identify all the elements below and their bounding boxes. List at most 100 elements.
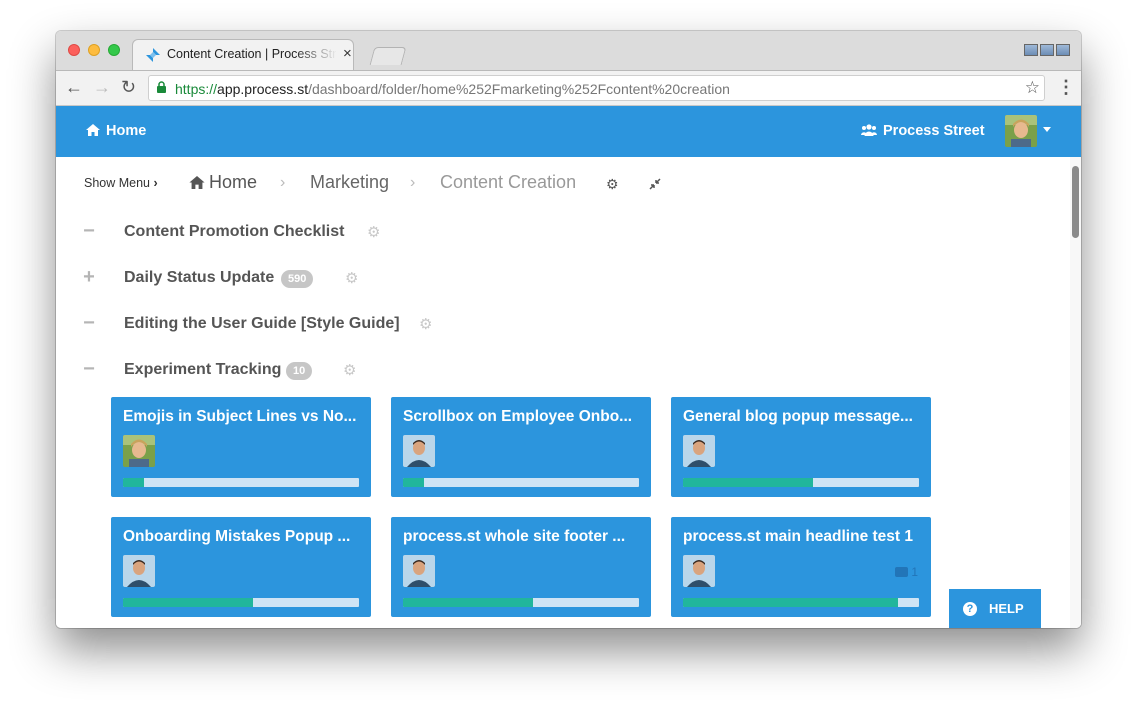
gear-icon[interactable]: ⚙ [367,223,380,241]
folder-row[interactable]: − Content Promotion Checklist ⚙ [56,217,956,247]
back-arrow-icon[interactable]: ← [65,77,83,98]
comment-icon [895,567,909,577]
card-title[interactable]: process.st main headline test 1 [683,528,921,546]
collapse-icon[interactable] [649,178,661,190]
url-host: app.process.st [217,81,309,97]
user-menu-caret-icon[interactable] [1043,127,1051,132]
checklist-card[interactable]: Onboarding Mistakes Popup ... [111,517,371,617]
progress-bar [403,478,639,487]
question-circle-icon: ? [963,602,977,616]
gear-icon[interactable]: ⚙ [345,269,358,287]
user-avatar[interactable] [1005,115,1037,147]
profile-image-icon [1024,44,1038,56]
folder-row[interactable]: − Experiment Tracking 10 ⚙ [56,355,956,385]
profile-image-icon [1040,44,1054,56]
page-content: Home Process Street Show Menu › Home › M… [56,106,1081,628]
progress-bar [683,598,919,607]
profile-icons[interactable] [1024,43,1072,57]
reload-icon[interactable]: ↻ [121,77,136,98]
breadcrumb-home-label: Home [209,172,258,192]
address-toolbar: ← → ↻ https://app.process.st/dashboard/f… [56,70,1081,106]
assignee-avatar [683,435,715,467]
breadcrumb-marketing[interactable]: Marketing [310,172,389,193]
assignee-avatar [403,555,435,587]
help-button[interactable]: ? HELP [949,589,1041,628]
progress-bar [403,598,639,607]
scrollbar-thumb[interactable] [1072,166,1079,238]
folder-row[interactable]: − Editing the User Guide [Style Guide] ⚙ [56,309,956,339]
count-badge: 590 [281,270,314,288]
help-label: HELP [989,601,1024,616]
folder-name[interactable]: Experiment Tracking [124,361,281,379]
url-text: https://app.process.st/dashboard/folder/… [175,81,730,97]
progress-fill [123,478,145,487]
minimize-window-button[interactable] [88,44,100,56]
collapse-toggle-icon[interactable]: − [82,312,96,335]
assignee-avatar [683,555,715,587]
card-title[interactable]: Scrollbox on Employee Onbo... [403,408,641,426]
progress-fill [683,478,813,487]
folder-name[interactable]: Editing the User Guide [Style Guide] [124,315,400,333]
tab-close-icon[interactable]: × [343,45,352,62]
progress-bar [123,598,359,607]
scrollbar[interactable] [1070,157,1081,628]
nav-home-label: Home [106,123,147,139]
folder-name[interactable]: Content Promotion Checklist [124,223,344,241]
collapse-toggle-icon[interactable]: − [82,220,96,243]
tab-strip: Content Creation | Process Street × [56,31,1081,70]
users-icon [861,124,877,136]
bookmark-star-icon[interactable]: ☆ [1025,78,1040,98]
forward-arrow-icon[interactable]: → [93,77,111,98]
count-badge: 10 [286,362,313,380]
expand-toggle-icon[interactable]: + [82,266,96,289]
assignee-avatar [123,435,155,467]
card-title[interactable]: Emojis in Subject Lines vs No... [123,408,361,426]
url-scheme: https:// [175,81,218,97]
folder-settings-gear-icon[interactable]: ⚙ [606,176,619,193]
home-icon [189,176,205,189]
breadcrumb-separator-icon: › [280,174,286,191]
assignee-avatar [403,435,435,467]
checklist-card[interactable]: process.st whole site footer ... [391,517,651,617]
card-title[interactable]: Onboarding Mistakes Popup ... [123,528,361,546]
avatar-blond-image [1005,115,1037,147]
org-link[interactable]: Process Street [861,123,985,139]
show-menu-button[interactable]: Show Menu › [84,176,158,190]
card-title[interactable]: General blog popup message... [683,408,921,426]
progress-fill [403,598,533,607]
progress-fill [683,598,898,607]
progress-bar [123,478,359,487]
breadcrumb-current: Content Creation [440,172,577,192]
folder-name[interactable]: Daily Status Update [124,269,274,287]
folder-row[interactable]: + Daily Status Update 590 ⚙ [56,263,956,293]
close-window-button[interactable] [68,44,80,56]
browser-tab[interactable]: Content Creation | Process Street × [132,39,354,70]
progress-bar [683,478,919,487]
browser-menu-icon[interactable]: ⋮ [1057,77,1075,98]
collapse-toggle-icon[interactable]: − [82,358,96,381]
assignee-avatar [123,555,155,587]
comment-count-label: 1 [911,565,918,579]
org-label: Process Street [883,123,985,139]
comment-count[interactable]: 1 [895,565,918,579]
gear-icon[interactable]: ⚙ [419,315,432,333]
maximize-window-button[interactable] [108,44,120,56]
card-title[interactable]: process.st whole site footer ... [403,528,641,546]
breadcrumb: Show Menu › Home › Marketing › Content C… [56,157,1056,207]
url-bar[interactable]: https://app.process.st/dashboard/folder/… [148,75,1045,101]
checklist-card[interactable]: Scrollbox on Employee Onbo... [391,397,651,497]
progress-fill [123,598,253,607]
show-menu-label: Show Menu [84,176,151,190]
url-path: /dashboard/folder/home%252Fmarketing%252… [308,81,730,97]
progress-fill [403,478,425,487]
gear-icon[interactable]: ⚙ [343,361,356,379]
home-icon [86,124,100,136]
checklist-card[interactable]: process.st main headline test 1 1 [671,517,931,617]
breadcrumb-home[interactable]: Home [189,172,257,193]
new-tab-button[interactable] [369,47,407,65]
breadcrumb-separator-icon: › [410,174,416,191]
tab-title: Content Creation | Process Street [167,47,337,61]
checklist-card[interactable]: General blog popup message... [671,397,931,497]
nav-home-link[interactable]: Home [86,123,146,139]
checklist-card[interactable]: Emojis in Subject Lines vs No... [111,397,371,497]
